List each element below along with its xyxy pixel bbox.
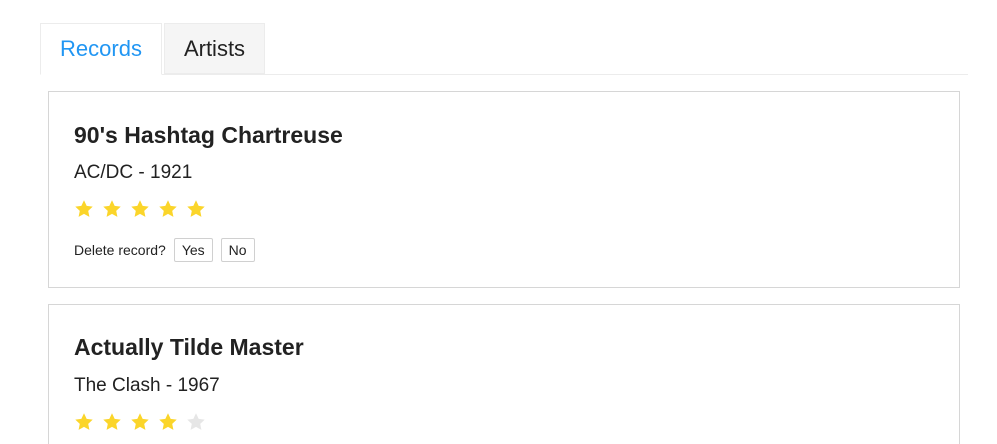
star-icon[interactable]	[157, 411, 179, 433]
record-title: Actually Tilde Master	[74, 334, 304, 360]
confirm-delete-yes-button[interactable]: Yes	[173, 238, 213, 262]
tab-records[interactable]: Records	[40, 23, 162, 75]
delete-confirmation: Delete record? Yes No	[74, 238, 255, 262]
record-artist-year: The Clash - 1967	[74, 375, 220, 396]
tab-bar: Records Artists	[40, 23, 968, 75]
record-card: 90's Hashtag Chartreuse AC/DC - 1921 Del…	[48, 91, 960, 288]
star-icon[interactable]	[185, 411, 207, 433]
star-icon[interactable]	[157, 198, 179, 220]
confirm-delete-no-button[interactable]: No	[220, 238, 255, 262]
record-title: 90's Hashtag Chartreuse	[74, 122, 343, 148]
star-rating[interactable]	[73, 411, 207, 433]
star-icon[interactable]	[101, 411, 123, 433]
delete-prompt: Delete record?	[74, 242, 166, 258]
star-rating[interactable]	[73, 198, 207, 220]
star-icon[interactable]	[129, 411, 151, 433]
record-card: Actually Tilde Master The Clash - 1967	[48, 304, 960, 444]
tab-artists[interactable]: Artists	[164, 23, 265, 74]
record-artist-year: AC/DC - 1921	[74, 162, 193, 183]
star-icon[interactable]	[129, 198, 151, 220]
star-icon[interactable]	[73, 411, 95, 433]
star-icon[interactable]	[73, 198, 95, 220]
star-icon[interactable]	[185, 198, 207, 220]
star-icon[interactable]	[101, 198, 123, 220]
